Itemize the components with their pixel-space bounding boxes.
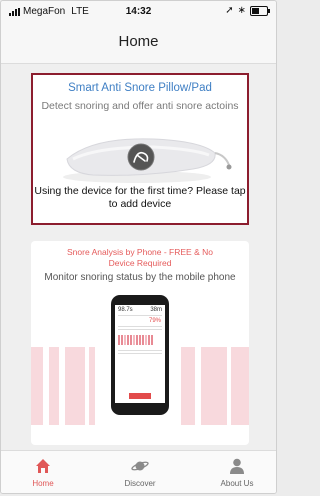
status-bar: MegaFon LTE 14:32 ➚ ∗ [1,1,276,21]
tab-bar: Home Discover About Us [1,450,276,493]
status-icons: ➚ ∗ [225,5,270,16]
add-device-prompt: Using the device for the first time? Ple… [33,185,247,211]
phone-card-title: Snore Analysis by Phone - FREE & No Devi… [31,247,249,269]
bluetooth-icon: ∗ [237,5,246,16]
add-device-prompt-line2: to add device [108,198,172,210]
tab-discover-label: Discover [124,479,156,488]
pillow-image [33,119,247,189]
battery-icon [250,5,270,16]
screen-left-value: 98.7s [118,307,133,313]
nav-bar: Home [1,21,276,64]
screen-button [129,393,151,399]
app-frame: MegaFon LTE 14:32 ➚ ∗ Home Smart Anti Sn… [0,0,277,494]
tab-about-label: About Us [220,479,254,488]
phone-card-title-line2: Device Required [108,258,172,268]
screen-chart [115,332,165,348]
tab-home-label: Home [32,479,54,488]
phone-card-title-line1: Snore Analysis by Phone - FREE & No [67,247,213,257]
page-title: Home [118,33,159,50]
add-device-prompt-line1: Using the device for the first time? Ple… [34,185,246,197]
planet-icon [110,457,170,475]
tab-discover[interactable]: Discover [110,457,170,488]
phone-screen: 98.7s 38m 79% [115,305,165,403]
phone-card-subtitle: Monitor snoring status by the mobile pho… [44,272,236,283]
phone-analysis-card[interactable]: Snore Analysis by Phone - FREE & No Devi… [31,241,249,445]
location-icon: ➚ [225,5,234,16]
user-icon [207,457,267,475]
tab-about[interactable]: About Us [207,457,267,488]
home-icon [13,457,73,475]
device-card-title: Smart Anti Snore Pillow/Pad [68,82,212,94]
screen-percent: 79% [148,318,161,324]
screen-right-value: 38m [150,307,162,313]
tab-home[interactable]: Home [13,457,73,488]
add-device-card[interactable]: Smart Anti Snore Pillow/Pad Detect snori… [31,73,249,225]
device-card-subtitle: Detect snoring and offer anti snore acto… [41,100,239,112]
phone-mockup: 98.7s 38m 79% [111,295,169,415]
